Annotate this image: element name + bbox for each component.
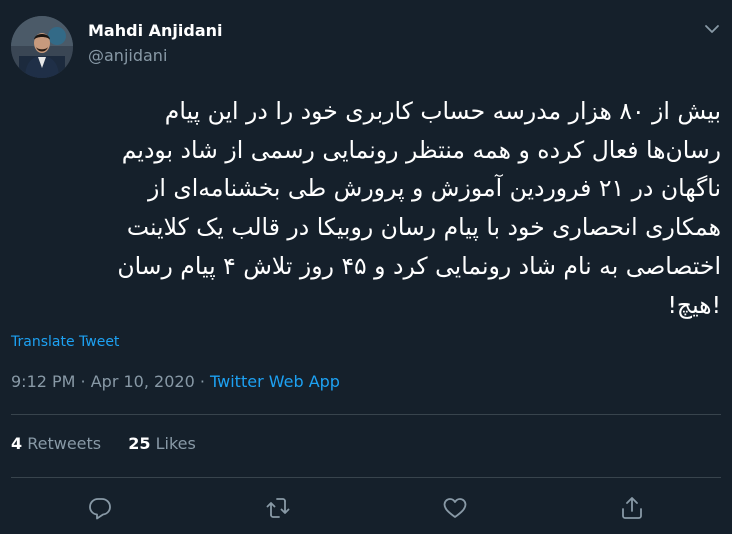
meta-separator: · — [194, 372, 211, 391]
avatar[interactable] — [11, 16, 73, 78]
translate-tweet-link[interactable]: Translate Tweet — [11, 334, 119, 350]
tweet-text-line: ناگهان در ۲۱ فروردین آموزش و پرورش طی بخ… — [148, 174, 721, 203]
likes-label: Likes — [155, 434, 196, 453]
tweet-stats: 4 Retweets 25 Likes — [11, 434, 196, 453]
retweets-stat[interactable]: 4 Retweets — [11, 434, 101, 453]
author-handle[interactable]: @anjidani — [88, 46, 167, 65]
like-icon[interactable] — [442, 495, 468, 521]
tweet-date[interactable]: Apr 10, 2020 — [91, 372, 195, 391]
retweets-count: 4 — [11, 434, 23, 453]
meta-separator: · — [75, 372, 91, 391]
reply-icon[interactable] — [87, 495, 113, 521]
likes-stat[interactable]: 25 Likes — [128, 434, 196, 453]
retweets-label: Retweets — [27, 434, 102, 453]
tweet-text-line: رسان‌ها فعال کرده و همه منتظر رونمایی رس… — [121, 135, 721, 164]
tweet-text-line: اختصاصی به نام شاد رونمایی کرد و ۴۵ روز … — [117, 251, 721, 280]
tweet-text-line: بیش از ۸۰ هزار مدرسه حساب کاربری خود را … — [164, 97, 721, 125]
share-icon[interactable] — [619, 495, 645, 521]
divider — [11, 477, 721, 478]
chevron-down-icon[interactable] — [700, 17, 724, 41]
divider — [11, 414, 721, 415]
tweet-text: بیش از ۸۰ هزار مدرسه حساب کاربری خود را … — [10, 92, 721, 324]
tweet-text-line: !هیچ! — [667, 290, 722, 319]
tweet-time[interactable]: 9:12 PM — [11, 372, 75, 391]
likes-count: 25 — [128, 434, 151, 453]
tweet-text-line: همکاری انحصاری خود با پیام رسان روبیکا د… — [126, 213, 721, 242]
author-name[interactable]: Mahdi Anjidani — [88, 21, 222, 40]
tweet-actions — [0, 489, 732, 525]
avatar-image — [11, 16, 73, 78]
tweet-card: Mahdi Anjidani @anjidani بیش از ۸۰ هزار … — [0, 0, 732, 534]
tweet-source-link[interactable]: Twitter Web App — [210, 372, 340, 391]
retweet-icon[interactable] — [265, 495, 291, 521]
tweet-meta: 9:12 PM · Apr 10, 2020 · Twitter Web App — [11, 372, 340, 391]
